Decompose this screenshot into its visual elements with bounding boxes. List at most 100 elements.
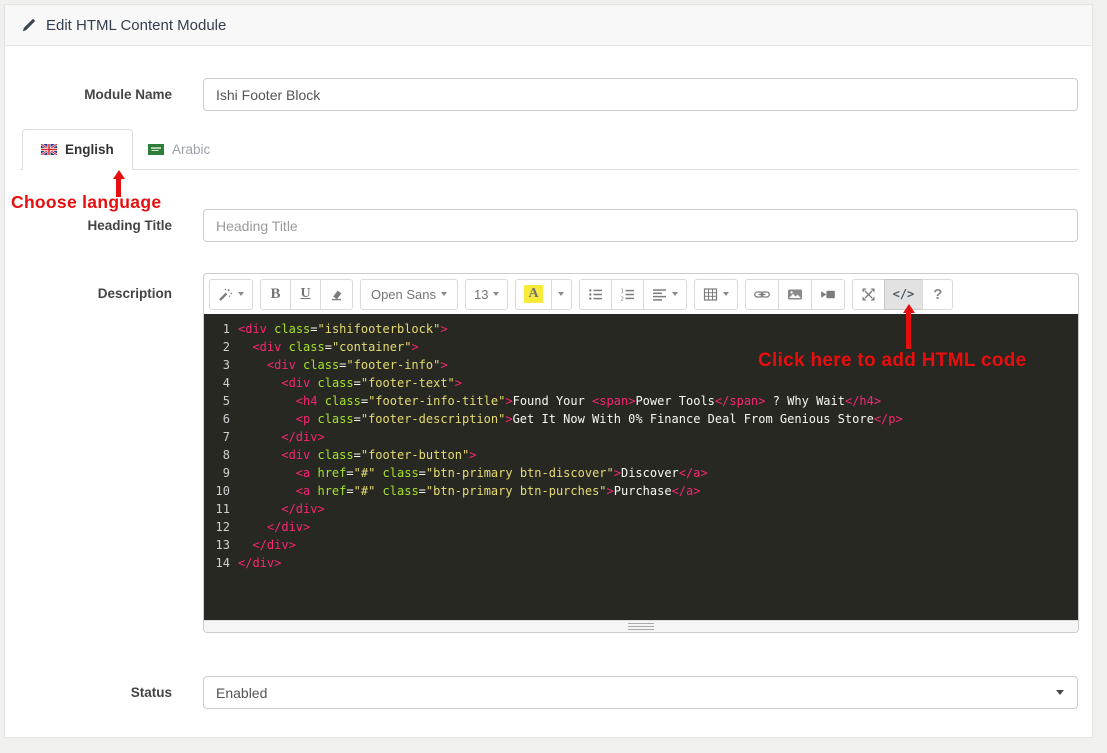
- code-line: 7 </div>: [204, 428, 1078, 446]
- chevron-down-icon: [722, 292, 729, 296]
- module-name-input[interactable]: [203, 78, 1078, 111]
- status-label: Status: [130, 685, 172, 700]
- page: { "page": { "title": "Edit HTML Content …: [0, 0, 1107, 753]
- font-size-group: 13: [465, 278, 509, 310]
- status-select-wrap: Enabled: [203, 676, 1078, 709]
- line-number: 11: [215, 502, 230, 516]
- line-number: 6: [222, 412, 230, 426]
- style-button[interactable]: [209, 278, 253, 310]
- paragraph-align-button[interactable]: [642, 278, 687, 310]
- insert-group: [744, 278, 845, 310]
- line-number: 4: [222, 376, 230, 390]
- line-number: 9: [222, 466, 230, 480]
- click-code-annotation: Click here to add HTML code: [758, 350, 1027, 371]
- help-button[interactable]: ?: [922, 278, 954, 310]
- font-family-select[interactable]: Open Sans: [360, 278, 458, 310]
- line-number: 2: [222, 340, 230, 354]
- editor-toolbar: B U Open Sans 13 A 1 2 </> ?: [204, 274, 1078, 314]
- page-title: Edit HTML Content Module: [46, 16, 227, 34]
- link-icon: [753, 287, 770, 302]
- code-line: 4 <div class="footer-text">: [204, 374, 1078, 392]
- tab-arabic[interactable]: Arabic: [130, 129, 228, 170]
- table-icon: [703, 287, 718, 302]
- line-number: 1: [222, 322, 230, 336]
- font-size-value: 13: [474, 286, 489, 302]
- font-family-value: Open Sans: [370, 286, 437, 302]
- picture-button[interactable]: [777, 278, 812, 310]
- description-label: Description: [97, 286, 172, 301]
- bold-button[interactable]: B: [260, 278, 291, 310]
- table-button[interactable]: [693, 278, 738, 310]
- status-select[interactable]: Enabled: [203, 676, 1078, 709]
- picture-icon: [787, 287, 803, 302]
- chevron-down-icon: [558, 292, 565, 296]
- tab-english-label: English: [65, 142, 114, 157]
- code-line: 9 <a href="#" class="btn-primary btn-dis…: [204, 464, 1078, 482]
- line-number: 13: [215, 538, 230, 552]
- code-line: 6 <p class="footer-description">Get It N…: [204, 410, 1078, 428]
- language-tabs: English Arabic: [20, 128, 1078, 170]
- ordered-list-icon: 1 2: [620, 287, 635, 302]
- fullscreen-icon: [861, 287, 876, 302]
- unordered-list-icon: [588, 287, 603, 302]
- editor-resize-handle[interactable]: [204, 620, 1078, 632]
- video-icon: [820, 287, 836, 302]
- line-number: 12: [215, 520, 230, 534]
- unordered-list-button[interactable]: [578, 278, 612, 310]
- code-line: 5 <h4 class="footer-info-title">Found Yo…: [204, 392, 1078, 410]
- choose-language-annotation: Choose language: [11, 192, 162, 212]
- chevron-down-icon: [238, 292, 244, 296]
- uk-flag-icon: [40, 143, 58, 156]
- line-number: 10: [215, 484, 230, 498]
- text-color-group: A: [515, 278, 572, 310]
- heading-title-input[interactable]: [203, 209, 1078, 242]
- code-line: 13 </div>: [204, 536, 1078, 554]
- video-button[interactable]: [810, 278, 845, 310]
- drag-handle-icon: [628, 623, 654, 630]
- pencil-icon: [22, 18, 36, 32]
- line-number: 7: [222, 430, 230, 444]
- svg-text:1: 1: [620, 288, 623, 294]
- eraser-icon: [329, 287, 344, 302]
- code-line: 10 <a href="#" class="btn-primary btn-pu…: [204, 482, 1078, 500]
- code-line: 1 <div class="ishifooterblock">: [204, 320, 1078, 338]
- ordered-list-button[interactable]: 1 2: [610, 278, 644, 310]
- link-button[interactable]: [744, 278, 779, 310]
- font-family-group: Open Sans: [360, 278, 458, 310]
- chevron-down-icon: [493, 292, 500, 296]
- text-color-caret-button[interactable]: [550, 278, 572, 310]
- line-number: 14: [215, 556, 230, 570]
- code-line: 8 <div class="footer-button">: [204, 446, 1078, 464]
- saudi-flag-icon: [148, 144, 164, 155]
- click-code-arrow: [902, 304, 915, 349]
- text-color-button[interactable]: A: [515, 278, 552, 310]
- tab-arabic-label: Arabic: [172, 142, 211, 157]
- panel-body: Module Name English: [5, 46, 1092, 709]
- underline-button[interactable]: U: [290, 278, 321, 310]
- align-left-icon: [652, 287, 667, 302]
- line-number: 8: [222, 448, 230, 462]
- code-line: 12 </div>: [204, 518, 1078, 536]
- tab-english[interactable]: English: [22, 129, 133, 170]
- style-group: [209, 278, 253, 310]
- html-editor: B U Open Sans 13 A 1 2 </> ? 1 <div clas…: [203, 273, 1079, 633]
- heading-title-label: Heading Title: [87, 218, 172, 233]
- module-name-label: Module Name: [84, 87, 172, 102]
- font-size-select[interactable]: 13: [465, 278, 509, 310]
- paragraph-group: 1 2: [578, 278, 687, 310]
- edit-module-panel: Edit HTML Content Module Module Name Ish…: [4, 4, 1093, 738]
- font-style-group: B U: [260, 278, 353, 310]
- magic-wand-icon: [218, 287, 233, 302]
- svg-text:2: 2: [620, 296, 623, 302]
- fullscreen-button[interactable]: [851, 278, 885, 310]
- font-color-icon: A: [524, 285, 543, 303]
- code-line: 14 </div>: [204, 554, 1078, 572]
- line-number: 5: [222, 394, 230, 408]
- line-number: 3: [222, 358, 230, 372]
- panel-header: Edit HTML Content Module: [5, 5, 1092, 46]
- code-line: 11 </div>: [204, 500, 1078, 518]
- chevron-down-icon: [671, 292, 678, 296]
- table-group: [693, 278, 738, 310]
- chevron-down-icon: [441, 292, 448, 296]
- clear-format-button[interactable]: [320, 278, 353, 310]
